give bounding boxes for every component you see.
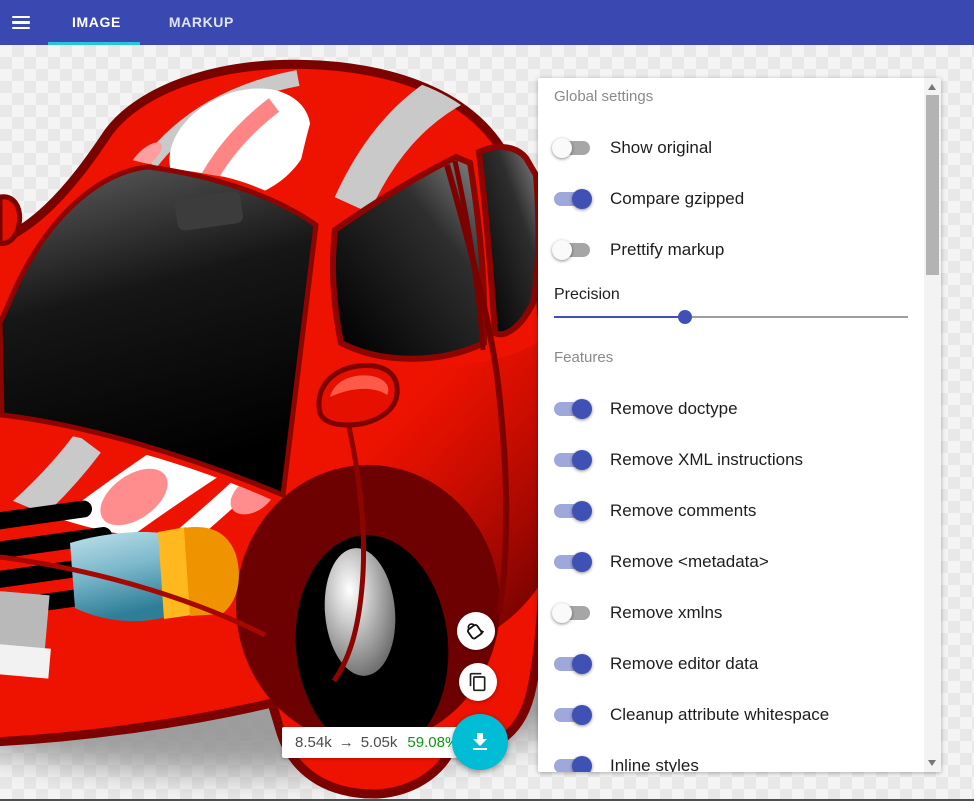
copy-button[interactable] (459, 663, 497, 701)
setting-label: Show original (610, 138, 712, 158)
paint-bucket-icon (465, 620, 487, 642)
tab-image[interactable]: IMAGE (48, 0, 145, 45)
scrollbar-thumb[interactable] (926, 95, 939, 275)
precision-label: Precision (554, 285, 620, 305)
scroll-down-arrow-icon[interactable] (928, 760, 936, 766)
section-title-global: Global settings (554, 87, 653, 107)
setting-label: Remove XML instructions (610, 450, 803, 470)
download-button[interactable] (452, 714, 508, 770)
scroll-up-arrow-icon[interactable] (928, 84, 936, 90)
download-icon (468, 730, 492, 754)
setting-label: Cleanup attribute whitespace (610, 705, 829, 725)
active-tab-indicator (48, 42, 140, 45)
setting-row-remove-xmlns[interactable]: Remove xmlns (554, 593, 722, 633)
cleanup-attribute-whitespace-toggle[interactable] (554, 705, 590, 725)
toolbar: IMAGE MARKUP (0, 0, 974, 45)
setting-row-prettify-markup[interactable]: Prettify markup (554, 230, 724, 270)
setting-label: Remove comments (610, 501, 756, 521)
setting-label: Remove xmlns (610, 603, 722, 623)
section-title-features: Features (554, 348, 613, 368)
precision-slider-thumb[interactable] (678, 310, 692, 324)
setting-row-cleanup-attribute-whitespace[interactable]: Cleanup attribute whitespace (554, 695, 829, 735)
optimized-size: 5.05k (361, 734, 398, 751)
setting-label: Inline styles (610, 756, 699, 772)
setting-label: Prettify markup (610, 240, 724, 260)
arrow-glyph: → (339, 734, 354, 751)
svgomg-app: IMAGE MARKUP (0, 0, 974, 801)
compare-gzipped-toggle[interactable] (554, 189, 590, 209)
remove-comments-toggle[interactable] (554, 501, 590, 521)
setting-label: Remove <metadata> (610, 552, 769, 572)
copy-icon (468, 672, 488, 692)
setting-row-remove-metadata[interactable]: Remove <metadata> (554, 542, 769, 582)
precision-slider[interactable] (554, 309, 908, 325)
setting-row-remove-doctype[interactable]: Remove doctype (554, 389, 738, 429)
setting-row-compare-gzipped[interactable]: Compare gzipped (554, 179, 744, 219)
remove-xml-instructions-toggle[interactable] (554, 450, 590, 470)
setting-label: Compare gzipped (610, 189, 744, 209)
view-tabs: IMAGE MARKUP (48, 0, 258, 45)
inline-styles-toggle[interactable] (554, 756, 590, 772)
remove-xmlns-toggle[interactable] (554, 603, 590, 623)
remove-metadata-toggle[interactable] (554, 552, 590, 572)
original-size: 8.54k (295, 734, 332, 751)
setting-label: Remove editor data (610, 654, 758, 674)
setting-row-inline-styles[interactable]: Inline styles (554, 746, 699, 772)
menu-button[interactable] (12, 10, 38, 35)
prettify-markup-toggle[interactable] (554, 240, 590, 260)
savings-percent: 59.08% (407, 734, 458, 751)
panel-scrollbar[interactable] (924, 78, 941, 772)
setting-row-remove-comments[interactable]: Remove comments (554, 491, 756, 531)
setting-label: Remove doctype (610, 399, 738, 419)
settings-panel: Global settings Show original Compare gz… (538, 78, 941, 772)
remove-editor-data-toggle[interactable] (554, 654, 590, 674)
precision-slider-fill (554, 316, 685, 318)
remove-doctype-toggle[interactable] (554, 399, 590, 419)
setting-row-remove-editor-data[interactable]: Remove editor data (554, 644, 758, 684)
setting-row-show-original[interactable]: Show original (554, 128, 712, 168)
setting-row-remove-xml-instructions[interactable]: Remove XML instructions (554, 440, 803, 480)
theme-toggle-button[interactable] (457, 612, 495, 650)
tab-markup[interactable]: MARKUP (145, 0, 258, 45)
show-original-toggle[interactable] (554, 138, 590, 158)
